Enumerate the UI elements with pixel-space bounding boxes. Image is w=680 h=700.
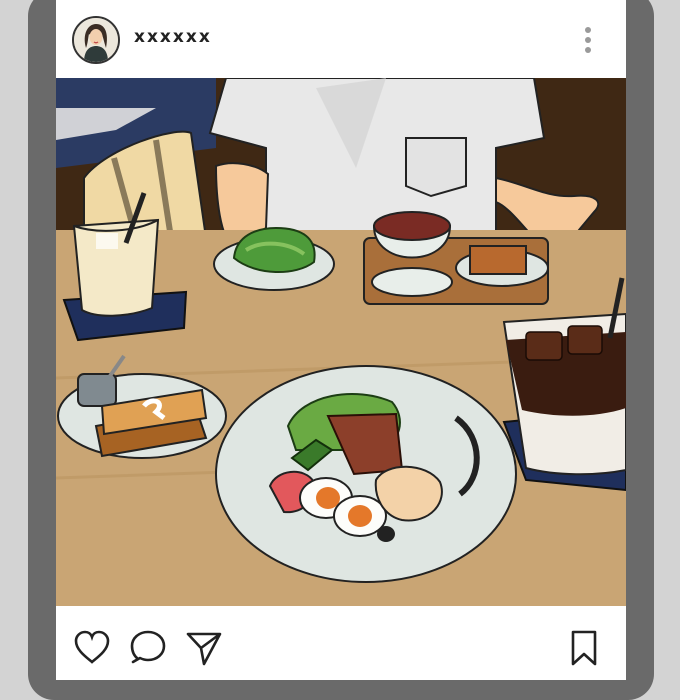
main-plate [215, 365, 517, 583]
bookmark-icon[interactable] [564, 628, 604, 668]
username[interactable]: xxxxxx [134, 27, 212, 47]
post-header: xxxxxx [56, 0, 626, 78]
more-options-icon[interactable] [576, 22, 600, 58]
avatar[interactable] [72, 16, 120, 64]
cafe-breakfast-illustration [56, 78, 626, 606]
post-photo[interactable] [56, 78, 626, 606]
heart-icon[interactable] [72, 628, 112, 668]
post-action-bar [56, 606, 626, 680]
more-dot [585, 27, 591, 33]
more-dot [585, 37, 591, 43]
send-icon[interactable] [184, 628, 224, 668]
avatar-woman-icon [74, 18, 118, 62]
comment-icon[interactable] [128, 628, 168, 668]
post-screen: xxxxxx [56, 0, 626, 680]
more-dot [585, 47, 591, 53]
